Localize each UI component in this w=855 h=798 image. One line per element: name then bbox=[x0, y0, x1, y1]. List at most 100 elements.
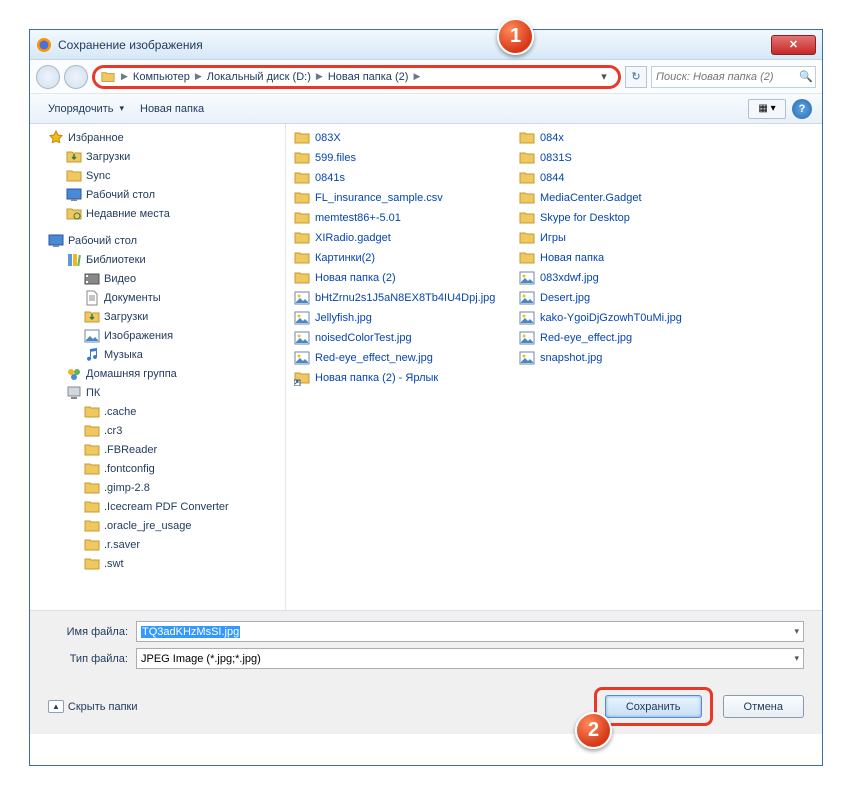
view-options-button[interactable]: ▦ ▾ bbox=[748, 99, 786, 119]
file-item[interactable]: Red-eye_effect.jpg bbox=[511, 328, 736, 348]
file-name: Red-eye_effect_new.jpg bbox=[315, 352, 433, 364]
lib-documents[interactable]: Документы bbox=[30, 288, 285, 307]
file-item[interactable]: bHtZrnu2s1J5aN8EX8Tb4IU4Dpj.jpg bbox=[286, 288, 511, 308]
folder-icon bbox=[84, 499, 100, 515]
lib-images[interactable]: Изображения bbox=[30, 326, 285, 345]
file-item[interactable]: 0831S bbox=[511, 148, 736, 168]
pc-folder-2[interactable]: .FBReader bbox=[30, 440, 285, 459]
fav-sync[interactable]: Sync bbox=[30, 166, 285, 185]
organize-menu[interactable]: Упорядочить bbox=[40, 99, 132, 119]
file-name: 083X bbox=[315, 132, 341, 144]
file-item[interactable]: noisedColorTest.jpg bbox=[286, 328, 511, 348]
file-item[interactable]: kako-YgoiDjGzowhT0uMi.jpg bbox=[511, 308, 736, 328]
navigation-tree[interactable]: ИзбранноеЗагрузкиSyncРабочий столНедавни… bbox=[30, 124, 286, 610]
folder-icon bbox=[84, 461, 100, 477]
file-item[interactable]: 084x bbox=[511, 128, 736, 148]
folder-icon bbox=[294, 170, 310, 186]
file-item[interactable]: memtest86+-5.01 bbox=[286, 208, 511, 228]
fav-desktop[interactable]: Рабочий стол bbox=[30, 185, 285, 204]
file-item[interactable]: Картинки(2) bbox=[286, 248, 511, 268]
breadcrumb-item[interactable]: Новая папка (2) bbox=[325, 71, 412, 83]
fav-recent[interactable]: Недавние места bbox=[30, 204, 285, 223]
pc-folder-3[interactable]: .fontconfig bbox=[30, 459, 285, 478]
image-icon bbox=[519, 350, 535, 366]
pc-folder-5[interactable]: .Icecream PDF Converter bbox=[30, 497, 285, 516]
navigation-bar: ▶ Компьютер ▶ Локальный диск (D:) ▶ Нова… bbox=[30, 60, 822, 94]
tree-label: Загрузки bbox=[104, 311, 148, 323]
file-item[interactable]: 0841s bbox=[286, 168, 511, 188]
pc-folder-0[interactable]: .cache bbox=[30, 402, 285, 421]
file-item[interactable]: 083xdwf.jpg bbox=[511, 268, 736, 288]
filename-label: Имя файла: bbox=[48, 626, 128, 638]
search-input[interactable] bbox=[656, 71, 799, 83]
toolbar: Упорядочить Новая папка ▦ ▾ ? bbox=[30, 94, 822, 124]
search-box[interactable]: 🔍 bbox=[651, 66, 816, 88]
help-button[interactable]: ? bbox=[792, 99, 812, 119]
image-icon bbox=[519, 270, 535, 286]
pc-folder-1[interactable]: .cr3 bbox=[30, 421, 285, 440]
star-icon bbox=[48, 130, 64, 146]
breadcrumb-bar[interactable]: ▶ Компьютер ▶ Локальный диск (D:) ▶ Нова… bbox=[92, 65, 621, 89]
file-name: Desert.jpg bbox=[540, 292, 590, 304]
file-item[interactable]: XIRadio.gadget bbox=[286, 228, 511, 248]
folder-icon bbox=[294, 250, 310, 266]
file-item[interactable]: Jellyfish.jpg bbox=[286, 308, 511, 328]
filename-input[interactable]: TQ3adKHzMsSI.jpg bbox=[136, 621, 804, 642]
folder-icon bbox=[84, 518, 100, 534]
fav-downloads[interactable]: Загрузки bbox=[30, 147, 285, 166]
pc-folder-8[interactable]: .swt bbox=[30, 554, 285, 573]
tree-label: .FBReader bbox=[104, 444, 157, 456]
recent-icon bbox=[66, 206, 82, 222]
close-button[interactable]: ✕ bbox=[771, 35, 816, 55]
new-folder-button[interactable]: Новая папка bbox=[132, 99, 212, 119]
breadcrumb-item[interactable]: Локальный диск (D:) bbox=[204, 71, 314, 83]
refresh-button[interactable]: ↻ bbox=[625, 66, 647, 88]
file-item[interactable]: Новая папка bbox=[511, 248, 736, 268]
desktop-group[interactable]: Рабочий стол bbox=[30, 231, 285, 250]
libraries-group[interactable]: Библиотеки bbox=[30, 250, 285, 269]
file-item[interactable]: FL_insurance_sample.csv bbox=[286, 188, 511, 208]
file-list[interactable]: 083X 599.files 0841s FL_insurance_sample.cs… bbox=[286, 124, 822, 610]
tree-label: Загрузки bbox=[86, 151, 130, 163]
file-name: memtest86+-5.01 bbox=[315, 212, 401, 224]
breadcrumb-item[interactable]: Компьютер bbox=[130, 71, 193, 83]
filetype-select[interactable]: JPEG Image (*.jpg;*.jpg) bbox=[136, 648, 804, 669]
pc-group[interactable]: ПК bbox=[30, 383, 285, 402]
file-item[interactable]: Новая папка (2) bbox=[286, 268, 511, 288]
breadcrumb-dropdown[interactable]: ▾ bbox=[596, 70, 612, 83]
lib-video[interactable]: Видео bbox=[30, 269, 285, 288]
hide-folders-toggle[interactable]: Скрыть папки bbox=[48, 700, 138, 713]
nav-forward-button[interactable] bbox=[64, 65, 88, 89]
tree-label: .r.saver bbox=[104, 539, 140, 551]
file-item[interactable]: 083X bbox=[286, 128, 511, 148]
file-name: Картинки(2) bbox=[315, 252, 375, 264]
pc-folder-7[interactable]: .r.saver bbox=[30, 535, 285, 554]
file-name: 0841s bbox=[315, 172, 345, 184]
image-icon bbox=[519, 290, 535, 306]
body-area: ИзбранноеЗагрузкиSyncРабочий столНедавни… bbox=[30, 124, 822, 610]
cancel-button[interactable]: Отмена bbox=[723, 695, 804, 718]
nav-back-button[interactable] bbox=[36, 65, 60, 89]
file-item[interactable]: Desert.jpg bbox=[511, 288, 736, 308]
file-item[interactable]: Red-eye_effect_new.jpg bbox=[286, 348, 511, 368]
folder-icon bbox=[84, 537, 100, 553]
search-icon[interactable]: 🔍 bbox=[799, 70, 813, 83]
lib-music[interactable]: Музыка bbox=[30, 345, 285, 364]
pc-folder-4[interactable]: .gimp-2.8 bbox=[30, 478, 285, 497]
folder-icon bbox=[84, 404, 100, 420]
tree-label: .oracle_jre_usage bbox=[104, 520, 191, 532]
file-item[interactable]: MediaCenter.Gadget bbox=[511, 188, 736, 208]
file-item[interactable]: Новая папка (2) - Ярлык bbox=[286, 368, 511, 388]
file-item[interactable]: 599.files bbox=[286, 148, 511, 168]
download-icon bbox=[84, 309, 100, 325]
save-button[interactable]: Сохранить bbox=[605, 695, 702, 718]
file-item[interactable]: snapshot.jpg bbox=[511, 348, 736, 368]
lib-downloads[interactable]: Загрузки bbox=[30, 307, 285, 326]
file-item[interactable]: 0844 bbox=[511, 168, 736, 188]
bottom-panel: Имя файла: TQ3adKHzMsSI.jpg Тип файла: J… bbox=[30, 610, 822, 734]
pc-folder-6[interactable]: .oracle_jre_usage bbox=[30, 516, 285, 535]
file-item[interactable]: Игры bbox=[511, 228, 736, 248]
favorites-group[interactable]: Избранное bbox=[30, 128, 285, 147]
file-item[interactable]: Skype for Desktop bbox=[511, 208, 736, 228]
homegroup[interactable]: Домашняя группа bbox=[30, 364, 285, 383]
